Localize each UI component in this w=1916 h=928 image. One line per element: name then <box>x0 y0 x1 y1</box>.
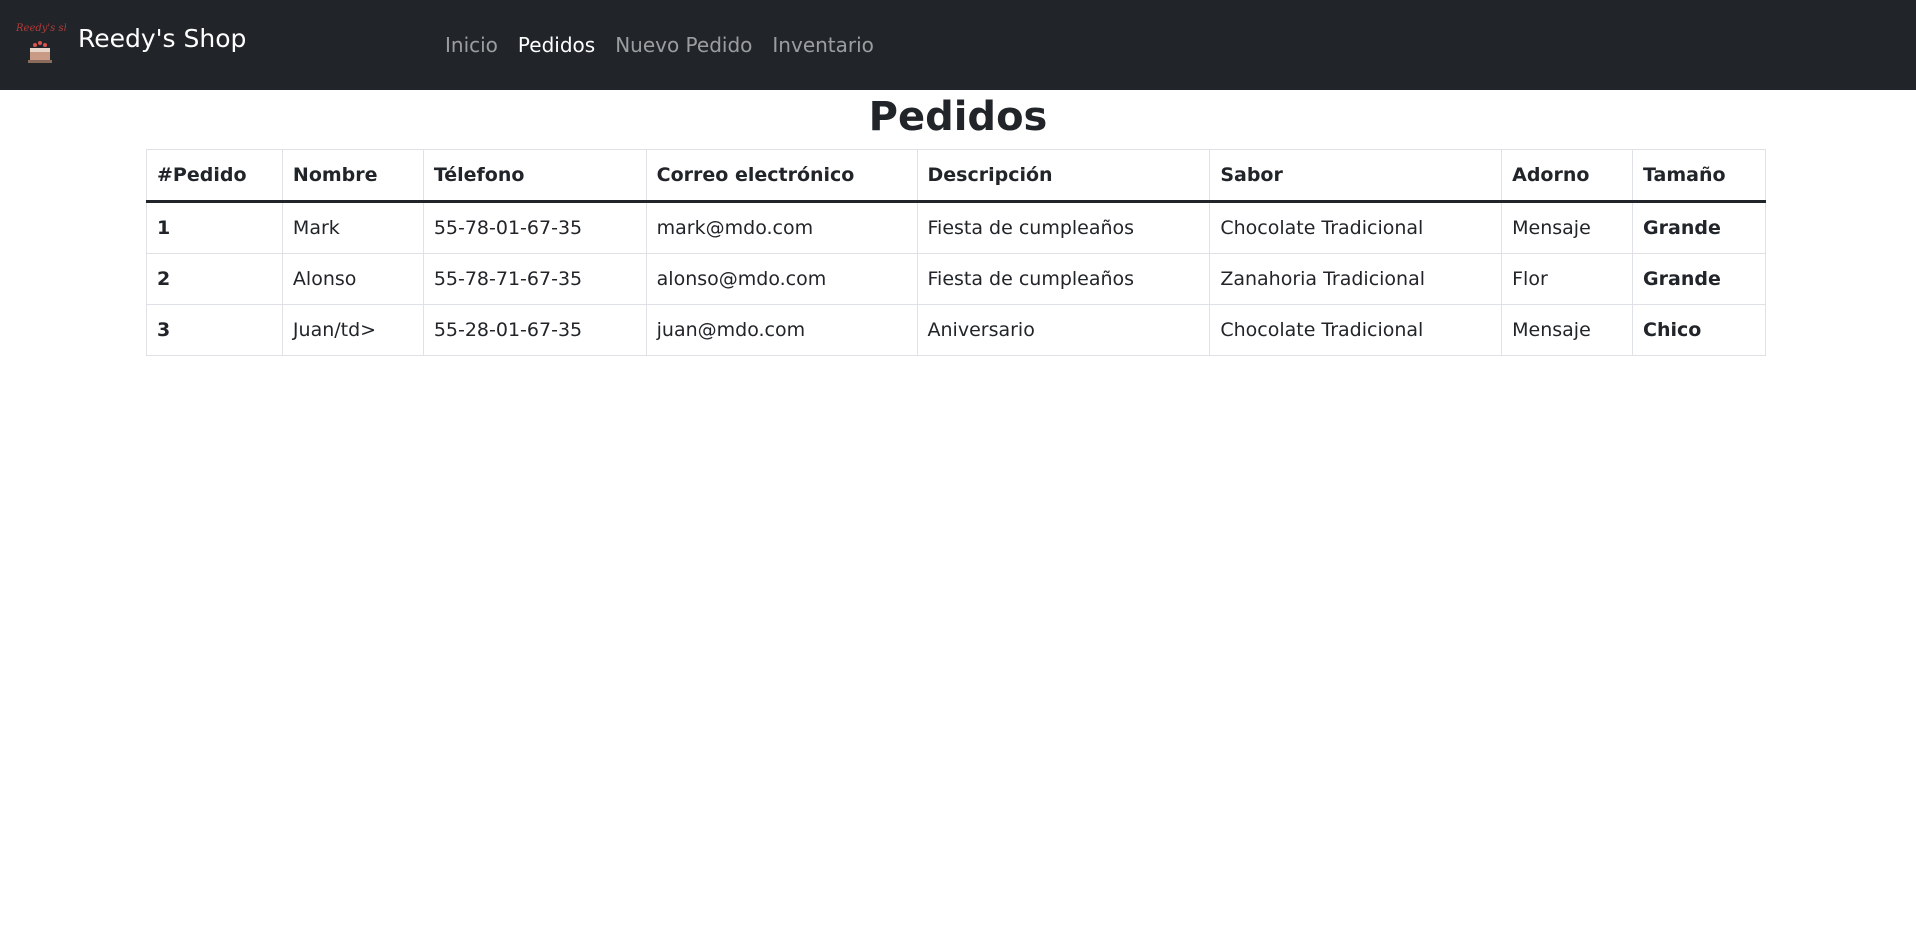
table-row: 3 Juan/td> 55-28-01-67-35 juan@mdo.com A… <box>146 304 1766 356</box>
cell-tamano: Grande <box>1632 253 1766 305</box>
nav-link-nuevo-pedido[interactable]: Nuevo Pedido <box>615 33 752 57</box>
cell-descripcion: Fiesta de cumpleaños <box>916 253 1211 305</box>
nav-links: Inicio Pedidos Nuevo Pedido Inventario <box>445 33 894 57</box>
cell-tamano: Chico <box>1632 304 1766 356</box>
header-pedido: #Pedido <box>146 149 283 203</box>
cell-tamano: Grande <box>1632 201 1766 254</box>
cell-telefono: 55-28-01-67-35 <box>422 304 647 356</box>
cell-nombre: Mark <box>281 201 424 254</box>
nav-link-inventario[interactable]: Inventario <box>772 33 874 57</box>
header-descripcion: Descripción <box>916 149 1211 203</box>
table-row: 2 Alonso 55-78-71-67-35 alonso@mdo.com F… <box>146 253 1766 305</box>
cell-telefono: 55-78-71-67-35 <box>422 253 647 305</box>
cell-nombre: Alonso <box>281 253 424 305</box>
page-title: Pedidos <box>868 94 1048 140</box>
cell-descripcion: Fiesta de cumpleaños <box>916 201 1211 254</box>
nav-link-inicio[interactable]: Inicio <box>445 33 498 57</box>
header-adorno: Adorno <box>1501 149 1634 203</box>
cell-adorno: Mensaje <box>1501 304 1634 356</box>
cell-sabor: Chocolate Tradicional <box>1209 304 1503 356</box>
cell-adorno: Flor <box>1501 253 1634 305</box>
cell-adorno: Mensaje <box>1501 201 1634 254</box>
navbar: Reedy's shop Reedy's Shop Inicio Pedidos… <box>0 0 1916 90</box>
header-telefono: Télefono <box>422 149 647 203</box>
cell-sabor: Zanahoria Tradicional <box>1209 253 1503 305</box>
cake-logo-icon[interactable]: Reedy's shop <box>14 18 83 66</box>
cell-correo: alonso@mdo.com <box>645 253 918 305</box>
header-correo: Correo electrónico <box>645 149 918 203</box>
cell-correo: juan@mdo.com <box>645 304 918 356</box>
table-header-row: #Pedido Nombre Télefono Correo electróni… <box>146 149 1766 203</box>
nav-link-pedidos[interactable]: Pedidos <box>518 33 595 57</box>
table-row: 1 Mark 55-78-01-67-35 mark@mdo.com Fiest… <box>146 201 1766 254</box>
cell-pedido: 1 <box>146 201 283 254</box>
header-nombre: Nombre <box>281 149 424 203</box>
orders-table: #Pedido Nombre Télefono Correo electróni… <box>146 149 1766 356</box>
cell-telefono: 55-78-01-67-35 <box>422 201 647 254</box>
cell-correo: mark@mdo.com <box>645 201 918 254</box>
header-tamano: Tamaño <box>1632 149 1766 203</box>
cell-pedido: 3 <box>146 304 283 356</box>
cell-descripcion: Aniversario <box>916 304 1211 356</box>
brand-link[interactable]: Reedy's Shop <box>78 24 246 53</box>
cell-sabor: Chocolate Tradicional <box>1209 201 1503 254</box>
cell-nombre: Juan/td> <box>281 304 424 356</box>
cell-pedido: 2 <box>146 253 283 305</box>
header-sabor: Sabor <box>1209 149 1503 203</box>
logo-text: Reedy's shop <box>15 23 66 34</box>
